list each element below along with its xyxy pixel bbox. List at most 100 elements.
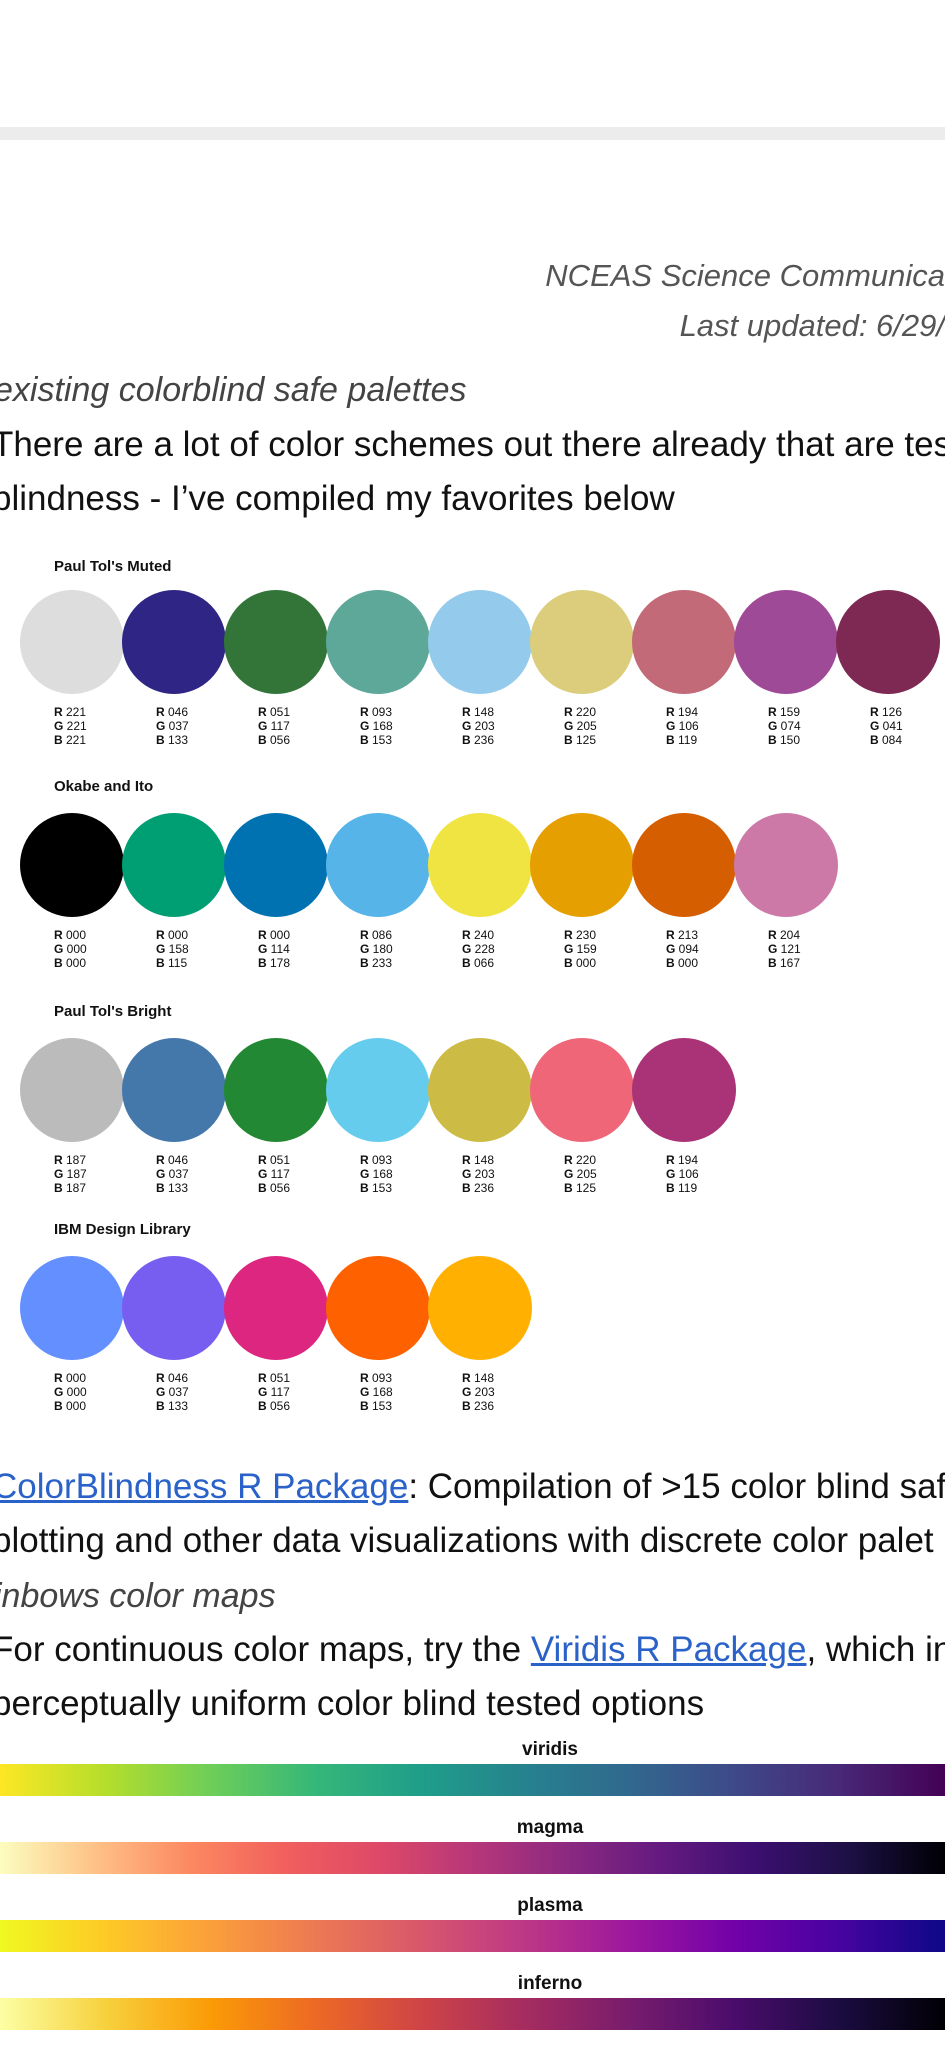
rgb-value-r: R 046 — [156, 705, 189, 719]
color-swatch — [428, 813, 532, 917]
rgb-value-g: G 037 — [156, 1167, 189, 1181]
colorblindness-package-link[interactable]: ColorBlindness R Package — [0, 1467, 408, 1506]
rgb-values: R 046 G 037 B 133 — [156, 705, 189, 747]
rgb-value-r: R 148 — [462, 705, 495, 719]
rgb-values: R 230 G 159 B 000 — [564, 928, 597, 970]
rgb-value-b: B 221 — [54, 733, 87, 747]
rgb-value-r: R 000 — [54, 1371, 87, 1385]
rgb-value-g: G 094 — [666, 942, 699, 956]
color-swatch — [224, 813, 328, 917]
color-swatch — [530, 813, 634, 917]
palette-title: Paul Tol's Muted — [54, 558, 172, 575]
colormap-bar-magma — [0, 1842, 945, 1874]
rgb-value-b: B 153 — [360, 733, 393, 747]
rgb-value-b: B 236 — [462, 1181, 495, 1195]
rgb-value-g: G 205 — [564, 1167, 597, 1181]
color-swatch — [428, 590, 532, 694]
rgb-value-g: G 159 — [564, 942, 597, 956]
rgb-values: R 093 G 168 B 153 — [360, 1153, 393, 1195]
rgb-value-b: B 115 — [156, 956, 188, 970]
author-line: NCEAS Science Communica — [545, 258, 945, 293]
rgb-values: R 204 G 121 B 167 — [768, 928, 801, 970]
rgb-value-g: G 117 — [258, 719, 290, 733]
rgb-value-b: B 150 — [768, 733, 801, 747]
rgb-value-r: R 159 — [768, 705, 801, 719]
rgb-value-g: G 168 — [360, 719, 393, 733]
rgb-values: R 187 G 187 B 187 — [54, 1153, 87, 1195]
rgb-value-b: B 153 — [360, 1399, 393, 1413]
rgb-value-r: R 194 — [666, 705, 699, 719]
colormap-label-viridis: viridis — [522, 1739, 578, 1760]
palette-title: Paul Tol's Bright — [54, 1003, 172, 1020]
rgb-values: R 000 G 114 B 178 — [258, 928, 290, 970]
rgb-value-g: G 228 — [462, 942, 495, 956]
rgb-values: R 051 G 117 B 056 — [258, 1371, 290, 1413]
color-swatch — [326, 1256, 430, 1360]
color-swatch — [632, 1038, 736, 1142]
rgb-value-b: B 153 — [360, 1181, 393, 1195]
rgb-value-b: B 000 — [666, 956, 699, 970]
colormap-bar-inferno — [0, 1998, 945, 2030]
color-swatch — [20, 590, 124, 694]
rgb-values: R 051 G 117 B 056 — [258, 1153, 290, 1195]
color-swatch — [326, 1038, 430, 1142]
viridis-line-2: perceptually uniform color blind tested … — [0, 1684, 705, 1723]
rgb-value-b: B 133 — [156, 1181, 189, 1195]
color-swatch — [428, 1256, 532, 1360]
rgb-value-b: B 000 — [54, 956, 87, 970]
rgb-value-g: G 158 — [156, 942, 189, 956]
rgb-value-r: R 000 — [156, 928, 189, 942]
rgb-values: R 221 G 221 B 221 — [54, 705, 87, 747]
rgb-values: R 148 G 203 B 236 — [462, 1371, 495, 1413]
rgb-values: R 126 G 041 B 084 — [870, 705, 903, 747]
color-swatch — [836, 590, 940, 694]
rgb-value-r: R 046 — [156, 1371, 189, 1385]
rgb-value-b: B 119 — [666, 733, 698, 747]
rgb-values: R 000 G 158 B 115 — [156, 928, 189, 970]
section-heading-palettes: existing colorblind safe palettes — [0, 371, 467, 409]
rgb-values: R 093 G 168 B 153 — [360, 705, 393, 747]
rgb-value-g: G 106 — [666, 719, 699, 733]
rgb-value-g: G 114 — [258, 942, 290, 956]
palette-title: IBM Design Library — [54, 1221, 191, 1238]
color-swatch — [632, 590, 736, 694]
rgb-value-r: R 204 — [768, 928, 801, 942]
color-swatch — [122, 1038, 226, 1142]
rgb-values: R 159 G 074 B 150 — [768, 705, 801, 747]
rgb-value-g: G 000 — [54, 1385, 87, 1399]
rgb-values: R 220 G 205 B 125 — [564, 705, 597, 747]
rgb-value-b: B 125 — [564, 733, 597, 747]
rgb-value-g: G 037 — [156, 719, 189, 733]
rgb-value-r: R 046 — [156, 1153, 189, 1167]
rgb-value-r: R 051 — [258, 1153, 291, 1167]
section-heading-rainbows: inbows color maps — [0, 1577, 276, 1615]
rgb-value-g: G 180 — [360, 942, 393, 956]
rgb-value-g: G 117 — [258, 1167, 290, 1181]
colormap-label-inferno: inferno — [517, 1973, 583, 1994]
palette-title: Okabe and Ito — [54, 778, 154, 795]
viridis-line-1: For continuous color maps, try the Virid… — [0, 1630, 945, 1670]
viridis-line-suffix: , which in — [806, 1630, 945, 1669]
rgb-value-g: G 037 — [156, 1385, 189, 1399]
rgb-value-g: G 106 — [666, 1167, 699, 1181]
rgb-value-r: R 213 — [666, 928, 699, 942]
color-swatch — [20, 1256, 124, 1360]
rgb-value-b: B 178 — [258, 956, 291, 970]
color-swatch — [122, 590, 226, 694]
rgb-value-r: R 093 — [360, 705, 393, 719]
rgb-value-g: G 205 — [564, 719, 597, 733]
color-swatch — [224, 1038, 328, 1142]
rgb-value-b: B 125 — [564, 1181, 597, 1195]
rgb-value-b: B 236 — [462, 733, 495, 747]
rgb-value-r: R 051 — [258, 1371, 291, 1385]
rgb-values: R 046 G 037 B 133 — [156, 1371, 189, 1413]
color-swatch — [530, 590, 634, 694]
rgb-values: R 046 G 037 B 133 — [156, 1153, 189, 1195]
rgb-values: R 000 G 000 B 000 — [54, 1371, 87, 1413]
rgb-value-g: G 041 — [870, 719, 903, 733]
rgb-value-b: B 187 — [54, 1181, 87, 1195]
rgb-values: R 148 G 203 B 236 — [462, 1153, 495, 1195]
rgb-values: R 240 G 228 B 066 — [462, 928, 495, 970]
color-swatch — [20, 813, 124, 917]
viridis-package-link[interactable]: Viridis R Package — [531, 1630, 807, 1669]
